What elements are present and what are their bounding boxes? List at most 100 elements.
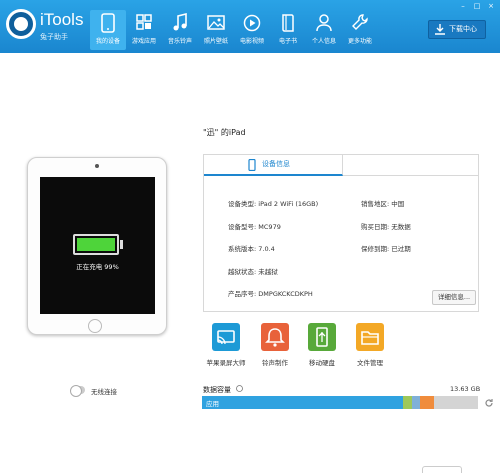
nav-music-ringtones[interactable]: 音乐铃声 xyxy=(162,10,198,50)
storage-segment xyxy=(403,396,412,409)
nav-label: 照片壁纸 xyxy=(203,38,228,45)
info-value: iPad 2 WiFi (16GB) xyxy=(258,200,319,208)
nav-label: 电影视频 xyxy=(239,38,264,45)
quick-action-label: 文件管理 xyxy=(357,359,383,367)
nav-label: 我的设备 xyxy=(95,38,120,45)
info-tabs: 设备信息 xyxy=(204,155,478,176)
info-row-region: 销售地区: 中国 xyxy=(361,198,404,208)
minimize-button[interactable]: – xyxy=(458,2,468,10)
nav-movies-videos[interactable]: 电影视频 xyxy=(234,10,270,50)
info-label: 购买日期: xyxy=(361,223,390,231)
nav-label: 音乐铃声 xyxy=(167,38,192,45)
storage-title-text: 数据容量 xyxy=(203,386,231,394)
storage-segment: 应用 xyxy=(202,396,404,409)
quick-action-file-manager[interactable]: 文件管理 xyxy=(346,323,394,367)
nav-more-features[interactable]: 更多功能 xyxy=(342,10,378,50)
quick-action-mobile-drive[interactable]: 移动硬盘 xyxy=(298,323,346,367)
nav-label: 个人信息 xyxy=(311,38,336,45)
person-icon xyxy=(316,14,332,32)
phone-icon xyxy=(248,159,256,171)
refresh-icon[interactable] xyxy=(484,398,494,408)
quick-action-label: 苹果录屏大师 xyxy=(206,359,246,367)
info-label: 产品序号: xyxy=(228,290,257,298)
info-icon[interactable] xyxy=(236,385,244,392)
storage-total: 13.63 GB xyxy=(450,385,481,393)
nav-label: 游戏应用 xyxy=(131,38,156,45)
nav-label: 电子书 xyxy=(278,38,297,45)
quick-action-ringtone-maker[interactable]: 铃声制作 xyxy=(251,323,299,367)
camera-dot xyxy=(95,164,99,168)
battery-tip xyxy=(120,240,123,249)
nav-photos-wallpapers[interactable]: 照片壁纸 xyxy=(198,10,234,50)
battery-fill xyxy=(77,238,115,251)
info-row-purchase-date: 购买日期: 无数据 xyxy=(361,221,411,231)
info-label: 设备类型: xyxy=(228,200,257,208)
info-row-os-version: 系统版本: 7.0.4 xyxy=(228,243,275,253)
main-nav: 我的设备 游戏应用 音乐铃声 照片壁纸 电影视频 电子书 个人信息 更多功能 xyxy=(90,10,378,50)
restore-button[interactable]: □ xyxy=(472,2,482,10)
itools-logo-icon xyxy=(6,9,36,39)
top-bar: iTools 兔子助手 我的设备 游戏应用 音乐铃声 照片壁纸 电影视频 电子书… xyxy=(0,0,500,53)
book-icon xyxy=(282,14,294,32)
info-label: 销售地区: xyxy=(361,200,390,208)
tab-device-info[interactable]: 设备信息 xyxy=(204,155,343,176)
nav-ebooks[interactable]: 电子书 xyxy=(270,10,306,50)
device-info-panel: 设备信息 设备类型: iPad 2 WiFi (16GB) 设备型号: MC97… xyxy=(203,154,479,312)
nav-personal-info[interactable]: 个人信息 xyxy=(306,10,342,50)
download-center-label: 下载中心 xyxy=(449,25,477,33)
play-icon xyxy=(243,14,261,32)
storage-segment xyxy=(420,396,434,409)
folder-icon xyxy=(356,323,384,351)
wireless-toggle[interactable] xyxy=(70,385,85,397)
close-button[interactable]: × xyxy=(486,2,496,10)
ipad-image: 正在充电 99% xyxy=(27,157,167,335)
info-row-warranty: 保修到期: 已过期 xyxy=(361,243,411,253)
storage-segment-label: 应用 xyxy=(206,400,219,408)
wrench-icon xyxy=(352,14,368,30)
usb-drive-icon xyxy=(308,323,336,351)
info-value: 未越狱 xyxy=(258,268,278,276)
details-button[interactable]: 详细信息... xyxy=(432,290,476,305)
info-row-model: 设备型号: MC979 xyxy=(228,221,281,231)
info-label: 系统版本: xyxy=(228,245,257,253)
download-center-button[interactable]: 下载中心 xyxy=(428,20,486,39)
download-icon xyxy=(435,24,445,35)
ipad-screen: 正在充电 99% xyxy=(40,177,155,314)
info-label: 保修到期: xyxy=(361,245,390,253)
info-value: 无数据 xyxy=(391,223,411,231)
apps-icon xyxy=(136,14,152,30)
home-button-icon xyxy=(88,319,102,333)
info-row-jailbreak: 越狱状态: 未越狱 xyxy=(228,266,278,276)
quick-action-label: 移动硬盘 xyxy=(309,359,335,367)
app-logo-text: iTools xyxy=(40,10,84,29)
photo-icon xyxy=(207,15,225,30)
screen-cast-icon xyxy=(212,323,240,351)
bottom-corner-tab xyxy=(422,466,462,473)
info-label: 设备型号: xyxy=(228,223,257,231)
storage-segment xyxy=(411,396,421,409)
info-value: DMPGKCKCDKPH xyxy=(258,290,313,298)
wireless-label: 无线连接 xyxy=(91,388,117,396)
info-value: 已过期 xyxy=(391,245,411,253)
nav-label: 更多功能 xyxy=(347,38,372,45)
info-row-device-type: 设备类型: iPad 2 WiFi (16GB) xyxy=(228,198,318,208)
quick-action-screen-recorder[interactable]: 苹果录屏大师 xyxy=(202,323,250,367)
info-value: MC979 xyxy=(258,223,281,231)
nav-games-apps[interactable]: 游戏应用 xyxy=(126,10,162,50)
nav-my-device[interactable]: 我的设备 xyxy=(90,10,126,50)
info-label: 越狱状态: xyxy=(228,268,257,276)
battery-icon xyxy=(73,234,119,255)
tab-label: 设备信息 xyxy=(262,160,290,168)
info-value: 7.0.4 xyxy=(258,245,275,253)
app-logo-subtitle: 兔子助手 xyxy=(40,33,68,41)
bell-icon xyxy=(261,323,289,351)
storage-bar: 应用 xyxy=(202,396,478,409)
music-icon xyxy=(173,13,187,31)
storage-title: 数据容量 xyxy=(203,385,244,395)
info-row-serial: 产品序号: DMPGKCKCDKPH xyxy=(228,288,313,298)
charging-status: 正在充电 99% xyxy=(76,263,119,271)
quick-action-label: 铃声制作 xyxy=(262,359,288,367)
device-name: "迅" 的iPad xyxy=(203,128,246,137)
tablet-icon xyxy=(101,13,115,33)
info-value: 中国 xyxy=(391,200,405,208)
